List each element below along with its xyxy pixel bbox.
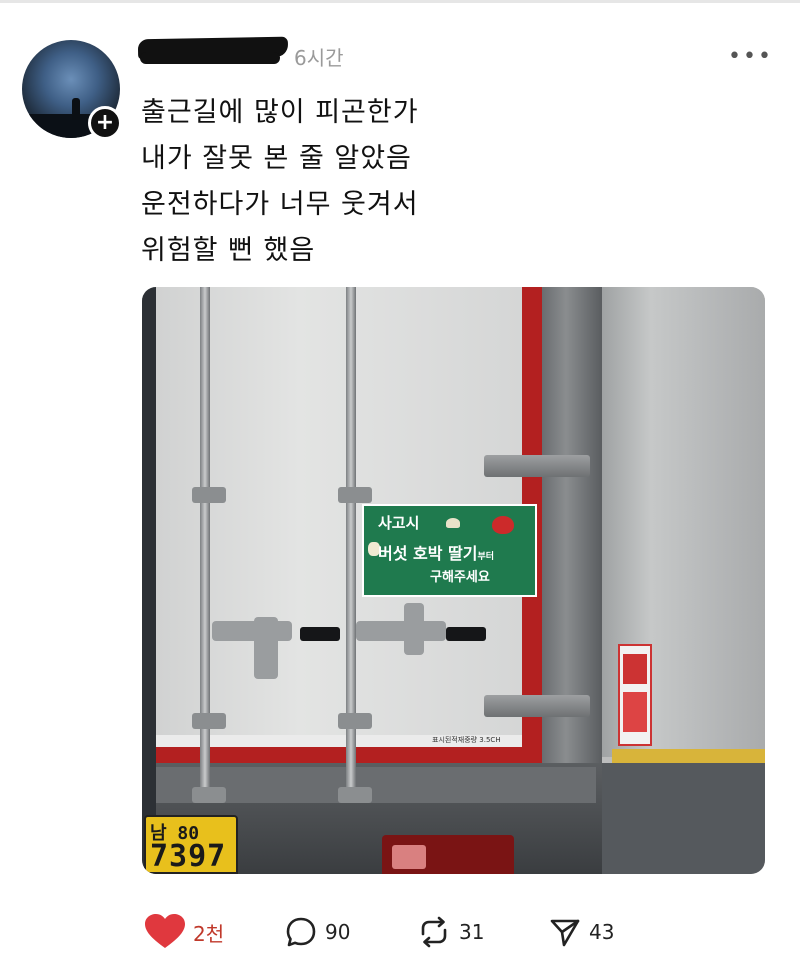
share-count: 43 (589, 920, 615, 944)
rod-bracket (192, 713, 226, 729)
sign-line-2: 버섯 호박 딸기부터 (378, 540, 494, 564)
caption-line: 위험할 뻔 했음 (141, 235, 316, 266)
plate-bottom-text: 7397 (150, 839, 227, 874)
caption-line: 내가 잘못 본 줄 알았음 (141, 143, 412, 174)
comment-button[interactable]: 90 (285, 912, 350, 952)
post-action-bar: 2천 90 31 43 (145, 912, 705, 952)
comment-count: 90 (325, 920, 351, 944)
comment-icon (286, 917, 316, 947)
door-hinge (484, 455, 590, 477)
truck-sign: 사고시 버섯 호박 딸기부터 구해주세요 (362, 504, 537, 597)
side-warning-label (618, 644, 652, 746)
door-latch (212, 621, 292, 641)
sign-line-2-main: 버섯 호박 딸기 (378, 544, 478, 563)
post-caption: 출근길에 많이 피곤한가 내가 잘못 본 줄 알았음 운전하다가 너무 웃겨서 … (141, 90, 419, 274)
rod-bracket (338, 713, 372, 729)
rod-bracket (338, 487, 372, 503)
license-plate: 남 80 7397 (144, 815, 238, 874)
like-button[interactable]: 2천 (145, 912, 224, 952)
caption-line: 출근길에 많이 피곤한가 (141, 97, 419, 128)
truck-yellow-stripe (612, 749, 765, 763)
top-divider (0, 0, 800, 3)
follow-plus-icon[interactable]: + (88, 106, 122, 140)
door-handle (446, 627, 486, 641)
post-timestamp: 6시간 (294, 46, 344, 70)
strawberry-image (492, 516, 514, 534)
sign-line-3: 구해주세요 (430, 570, 490, 585)
avatar-silhouette (72, 98, 80, 120)
sign-line-1: 사고시 (378, 514, 420, 532)
more-options-icon[interactable]: ••• (728, 44, 773, 69)
share-button[interactable]: 43 (549, 912, 614, 952)
heart-icon (145, 914, 185, 948)
door-lock-rod (346, 287, 356, 787)
load-weight-sticker: 표시된적재중량 3.5CH (432, 736, 501, 744)
caption-line: 운전하다가 너무 웃겨서 (141, 189, 419, 220)
rod-bracket (192, 487, 226, 503)
door-latch-cam (254, 617, 278, 679)
like-count: 2천 (193, 921, 225, 946)
door-latch (356, 621, 446, 641)
truck-side-bottom (602, 763, 765, 874)
repost-count: 31 (459, 920, 485, 944)
door-lock-rod (200, 287, 210, 787)
truck-left-edge (142, 287, 156, 874)
redacted-username-scribble (140, 52, 280, 64)
repost-icon (421, 916, 447, 948)
rod-bracket (192, 787, 226, 803)
door-handle (300, 627, 340, 641)
send-icon (550, 919, 580, 947)
mushroom-image (446, 518, 460, 528)
sign-line-2-suffix: 부터 (477, 552, 495, 562)
door-latch-cam (404, 603, 424, 655)
post-photo[interactable]: 사고시 버섯 호박 딸기부터 구해주세요 표시된적재중량 3.5CH 남 80 … (142, 287, 765, 874)
door-hinge (484, 695, 590, 717)
rod-bracket (338, 787, 372, 803)
truck-tail-light (382, 835, 514, 874)
repost-button[interactable]: 31 (417, 912, 484, 952)
